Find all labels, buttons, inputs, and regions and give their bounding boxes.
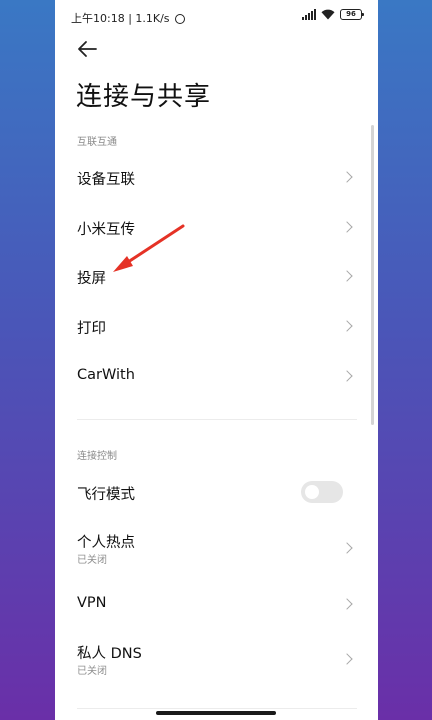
row-label: 打印 [77,321,106,337]
chevron-right-icon [341,270,353,282]
status-bar: 上午10:18 | 1.1K/s 96 [55,0,378,34]
row-label: 投屏 [77,271,106,287]
chevron-right-icon [341,370,353,382]
row-subtitle: 已关闭 [77,555,107,566]
status-left: 上午10:18 | 1.1K/s [71,10,186,26]
row-device-interconnect[interactable]: 设备互联 [55,153,365,201]
home-indicator[interactable] [156,711,276,715]
row-carwith[interactable]: CarWith [55,352,365,400]
row-airplane-mode[interactable]: 飞行模式 [55,468,365,516]
row-label: 私人 DNS [77,646,142,662]
section-divider [77,708,357,709]
section-divider [77,419,357,420]
toggle-knob [305,485,319,499]
chevron-right-icon [341,598,353,610]
chevron-right-icon [341,542,353,554]
row-print[interactable]: 打印 [55,302,365,350]
section-label-interconnect: 互联互通 [77,137,117,148]
row-subtitle: 已关闭 [77,666,107,677]
row-screen-cast[interactable]: 投屏 [55,252,365,300]
status-right: 96 [302,9,364,20]
battery-icon: 96 [340,9,364,20]
row-label: 小米互传 [77,222,135,238]
row-label: 个人热点 [77,535,135,551]
chevron-right-icon [341,171,353,183]
chevron-right-icon [341,320,353,332]
signal-icon [302,9,316,20]
airplane-mode-toggle[interactable] [301,481,343,503]
chevron-right-icon [341,653,353,665]
row-xiaomi-share[interactable]: 小米互传 [55,203,365,251]
back-arrow-icon[interactable] [75,38,101,60]
row-vpn[interactable]: VPN [55,580,365,628]
section-label-connection-control: 连接控制 [77,451,117,462]
battery-level: 96 [346,10,356,18]
scrollbar[interactable] [371,125,374,425]
alarm-icon [175,14,186,24]
row-label: 飞行模式 [77,487,135,503]
row-label: 设备互联 [77,172,135,188]
row-personal-hotspot[interactable]: 个人热点 已关闭 [55,524,365,572]
row-label: VPN [77,595,107,611]
row-label: CarWith [77,367,135,383]
status-time-speed: 上午10:18 | 1.1K/s [71,12,170,25]
chevron-right-icon [341,221,353,233]
phone-screen: 上午10:18 | 1.1K/s 96 连接与共享 互联互通 设备互联 小米互传… [55,0,378,720]
wifi-icon [321,9,335,20]
page-title: 连接与共享 [76,82,212,112]
row-private-dns[interactable]: 私人 DNS 已关闭 [55,635,365,683]
